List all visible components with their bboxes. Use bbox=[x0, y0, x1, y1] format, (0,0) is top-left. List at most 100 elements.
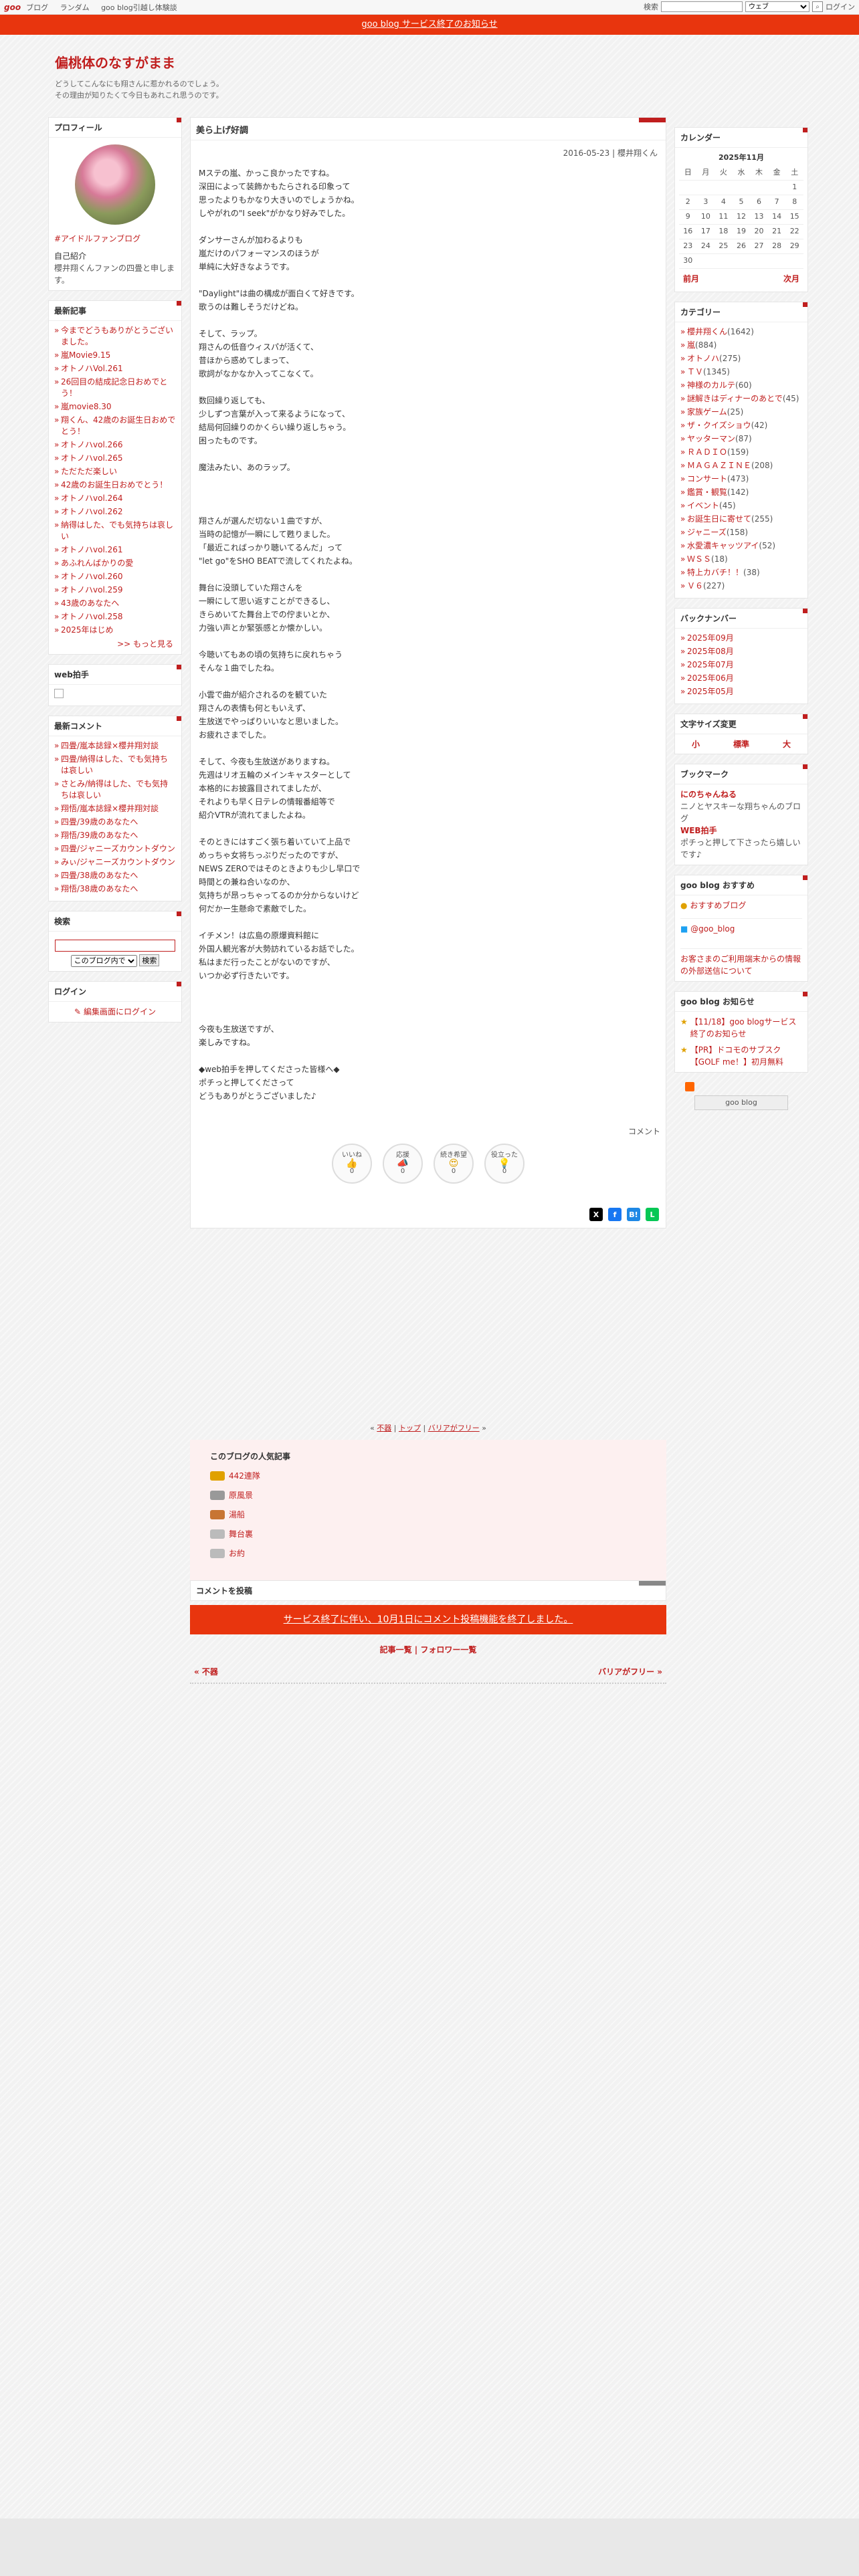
category-link[interactable]: コンサート bbox=[687, 474, 727, 484]
external-transmission-link[interactable]: お客さまのご利用端末からの情報の外部送信について bbox=[680, 954, 801, 976]
fan-blog-link[interactable]: #アイドルファンブログ bbox=[54, 234, 140, 243]
comment-link[interactable]: 四畳/39歳のあなたへ bbox=[61, 817, 138, 827]
popular-post-link[interactable]: 442連隊 bbox=[229, 1470, 260, 1481]
popular-post-link[interactable]: 舞台裏 bbox=[229, 1528, 253, 1539]
category-link[interactable]: ＲＡＤＩＯ bbox=[687, 447, 727, 457]
nav-migration[interactable]: goo blog引越し体験談 bbox=[101, 3, 177, 12]
recent-post-link[interactable]: オトノハvol.265 bbox=[61, 453, 123, 463]
reaction-button[interactable]: 続き希望 😍 0 bbox=[434, 1144, 474, 1184]
font-normal-button[interactable]: 標準 bbox=[733, 738, 749, 750]
category-link[interactable]: 嵐 bbox=[687, 340, 695, 350]
footer-prev[interactable]: « 不器 bbox=[194, 1666, 218, 1677]
category-link[interactable]: ＷＳＳ bbox=[687, 554, 711, 564]
footer-next[interactable]: バリアがフリー » bbox=[598, 1666, 662, 1677]
comment-link[interactable]: 翔悟/嵐本誌録×櫻井翔対談 bbox=[61, 804, 159, 813]
category-link[interactable]: オトノハ bbox=[687, 354, 719, 363]
recent-post-link[interactable]: 26回目の結成記念日おめでとう！ bbox=[61, 377, 167, 398]
webclap-image[interactable] bbox=[54, 689, 64, 698]
comment-link[interactable]: 翔悟/38歳のあなたへ bbox=[61, 884, 138, 893]
comment-link[interactable]: 翔悟/39歳のあなたへ bbox=[61, 831, 138, 840]
blog-search-button[interactable]: 検索 bbox=[139, 954, 160, 966]
follower-list-link[interactable]: フォロワー一覧 bbox=[420, 1645, 476, 1654]
prev-month-link[interactable]: 前月 bbox=[683, 273, 699, 285]
edit-login-link[interactable]: 編集画面にログイン bbox=[84, 1007, 156, 1016]
recent-post-link[interactable]: 納得はした、でも気持ちは哀しい bbox=[61, 520, 173, 541]
comment-link[interactable]: さとみ/納得はした、でも気持ちは哀しい bbox=[61, 779, 168, 800]
category-link[interactable]: ヤッターマン bbox=[687, 434, 735, 443]
recent-post-link[interactable]: 43歳のあなたへ bbox=[61, 599, 119, 608]
blog-search-scope[interactable]: このブログ内で bbox=[70, 955, 137, 967]
comment-link[interactable]: 四畳/38歳のあなたへ bbox=[61, 871, 138, 880]
recent-post-link[interactable]: オトノハvol.259 bbox=[61, 585, 123, 595]
entry-category[interactable]: 櫻井翔くん bbox=[617, 148, 658, 158]
recent-post-link[interactable]: オトノハvol.266 bbox=[61, 440, 123, 449]
news-link-2[interactable]: 【PR】ドコモのサブスク【GOLF me！】初月無料 bbox=[690, 1044, 802, 1068]
recent-post-link[interactable]: オトノハvol.258 bbox=[61, 612, 123, 621]
category-link[interactable]: 家族ゲーム bbox=[687, 407, 727, 417]
font-large-button[interactable]: 大 bbox=[783, 738, 791, 750]
reaction-button[interactable]: 応援 📣 0 bbox=[383, 1144, 423, 1184]
category-link[interactable]: ＭＡＧＡＺＩＮＥ bbox=[687, 461, 751, 470]
backnumber-link[interactable]: 2025年06月 bbox=[687, 673, 734, 683]
category-link[interactable]: 特上カバチ！！ bbox=[687, 568, 743, 577]
category-link[interactable]: 櫻井翔くん bbox=[687, 327, 727, 336]
recent-post-link[interactable]: 2025年はじめ bbox=[61, 625, 114, 635]
facebook-share-icon[interactable]: f bbox=[608, 1208, 622, 1221]
news-link-1[interactable]: 【11/18】goo blogサービス終了のお知らせ bbox=[690, 1016, 802, 1040]
pager-prev[interactable]: 不器 bbox=[377, 1424, 391, 1432]
comment-link[interactable]: 四畳/嵐本誌録×櫻井翔対談 bbox=[61, 741, 159, 750]
next-month-link[interactable]: 次月 bbox=[783, 273, 799, 285]
entry-list-link[interactable]: 記事一覧 bbox=[380, 1645, 412, 1654]
category-link[interactable]: ザ・クイズショウ bbox=[687, 421, 751, 430]
reaction-button[interactable]: いいね 👍 0 bbox=[332, 1144, 372, 1184]
recent-post-link[interactable]: 42歳のお誕生日おめでとう！ bbox=[61, 480, 167, 490]
blog-title[interactable]: 偏桃体のなすがまま bbox=[55, 52, 804, 72]
category-link[interactable]: 鑑賞・観覧 bbox=[687, 488, 727, 497]
comment-link[interactable]: みぃ/ジャニーズカウントダウン bbox=[61, 857, 175, 867]
category-link[interactable]: 水愛濃キャッツアイ bbox=[687, 541, 759, 550]
search-input[interactable] bbox=[661, 1, 743, 12]
popular-post-link[interactable]: 湯船 bbox=[229, 1509, 245, 1520]
goo-logo[interactable]: goo bbox=[4, 3, 21, 12]
category-link[interactable]: Ｖ６ bbox=[687, 581, 703, 591]
pager-next[interactable]: バリアがフリー bbox=[428, 1424, 480, 1432]
backnumber-link[interactable]: 2025年08月 bbox=[687, 647, 734, 656]
recent-post-link[interactable]: オトノハvol.260 bbox=[61, 572, 123, 581]
recent-post-link[interactable]: 翔くん、42歳のお誕生日おめでとう！ bbox=[61, 415, 175, 436]
blog-search-input[interactable] bbox=[55, 940, 175, 952]
bookmark-link-2[interactable]: WEB拍手 bbox=[680, 826, 717, 835]
backnumber-link[interactable]: 2025年07月 bbox=[687, 660, 734, 669]
twitter-link[interactable]: @goo_blog bbox=[690, 924, 735, 934]
recent-post-link[interactable]: オトノハvol.264 bbox=[61, 494, 123, 503]
search-icon[interactable]: ⌕ bbox=[812, 1, 823, 12]
pager-top[interactable]: トップ bbox=[399, 1424, 421, 1432]
recent-post-link[interactable]: 嵐Movie9.15 bbox=[61, 350, 110, 360]
backnumber-link[interactable]: 2025年09月 bbox=[687, 633, 734, 643]
nav-random[interactable]: ランダム bbox=[60, 3, 90, 12]
recent-post-link[interactable]: 今までどうもありがとうございました。 bbox=[61, 326, 173, 346]
reaction-button[interactable]: 役立った 💡 0 bbox=[484, 1144, 524, 1184]
recent-post-link[interactable]: オトノハvol.261 bbox=[61, 545, 123, 554]
recommend-blog-link[interactable]: おすすめブログ bbox=[690, 901, 746, 910]
hatena-share-icon[interactable]: B! bbox=[627, 1208, 640, 1221]
service-end-link[interactable]: goo blog サービス終了のお知らせ bbox=[361, 19, 497, 29]
comment-link[interactable]: 四畳/ジャニーズカウントダウン bbox=[61, 844, 175, 853]
line-share-icon[interactable]: L bbox=[646, 1208, 659, 1221]
x-share-icon[interactable]: X bbox=[589, 1208, 603, 1221]
recent-post-link[interactable]: 嵐movie8.30 bbox=[61, 402, 112, 411]
recent-post-link[interactable]: あふれんばかりの愛 bbox=[61, 558, 133, 568]
bookmark-link-1[interactable]: にのちゃんねる bbox=[680, 790, 737, 799]
backnumber-link[interactable]: 2025年05月 bbox=[687, 687, 734, 696]
popular-post-link[interactable]: 原風景 bbox=[229, 1489, 253, 1501]
popular-post-link[interactable]: お約 bbox=[229, 1547, 245, 1559]
recent-post-link[interactable]: オトノハVol.261 bbox=[61, 364, 123, 373]
category-link[interactable]: 神様のカルテ bbox=[687, 381, 735, 390]
rss-icon[interactable] bbox=[685, 1081, 694, 1091]
nav-blog[interactable]: ブログ bbox=[26, 3, 48, 12]
category-link[interactable]: ジャニーズ bbox=[687, 528, 727, 537]
goo-blog-button[interactable]: goo blog bbox=[694, 1095, 788, 1110]
comment-closed-text[interactable]: サービス終了に伴い、10月1日にコメント投稿機能を終了しました。 bbox=[284, 1614, 573, 1625]
comment-link[interactable]: コメント bbox=[628, 1127, 660, 1136]
login-link[interactable]: ログイン bbox=[826, 1, 855, 12]
more-link[interactable]: >> もっと見る bbox=[117, 639, 173, 649]
